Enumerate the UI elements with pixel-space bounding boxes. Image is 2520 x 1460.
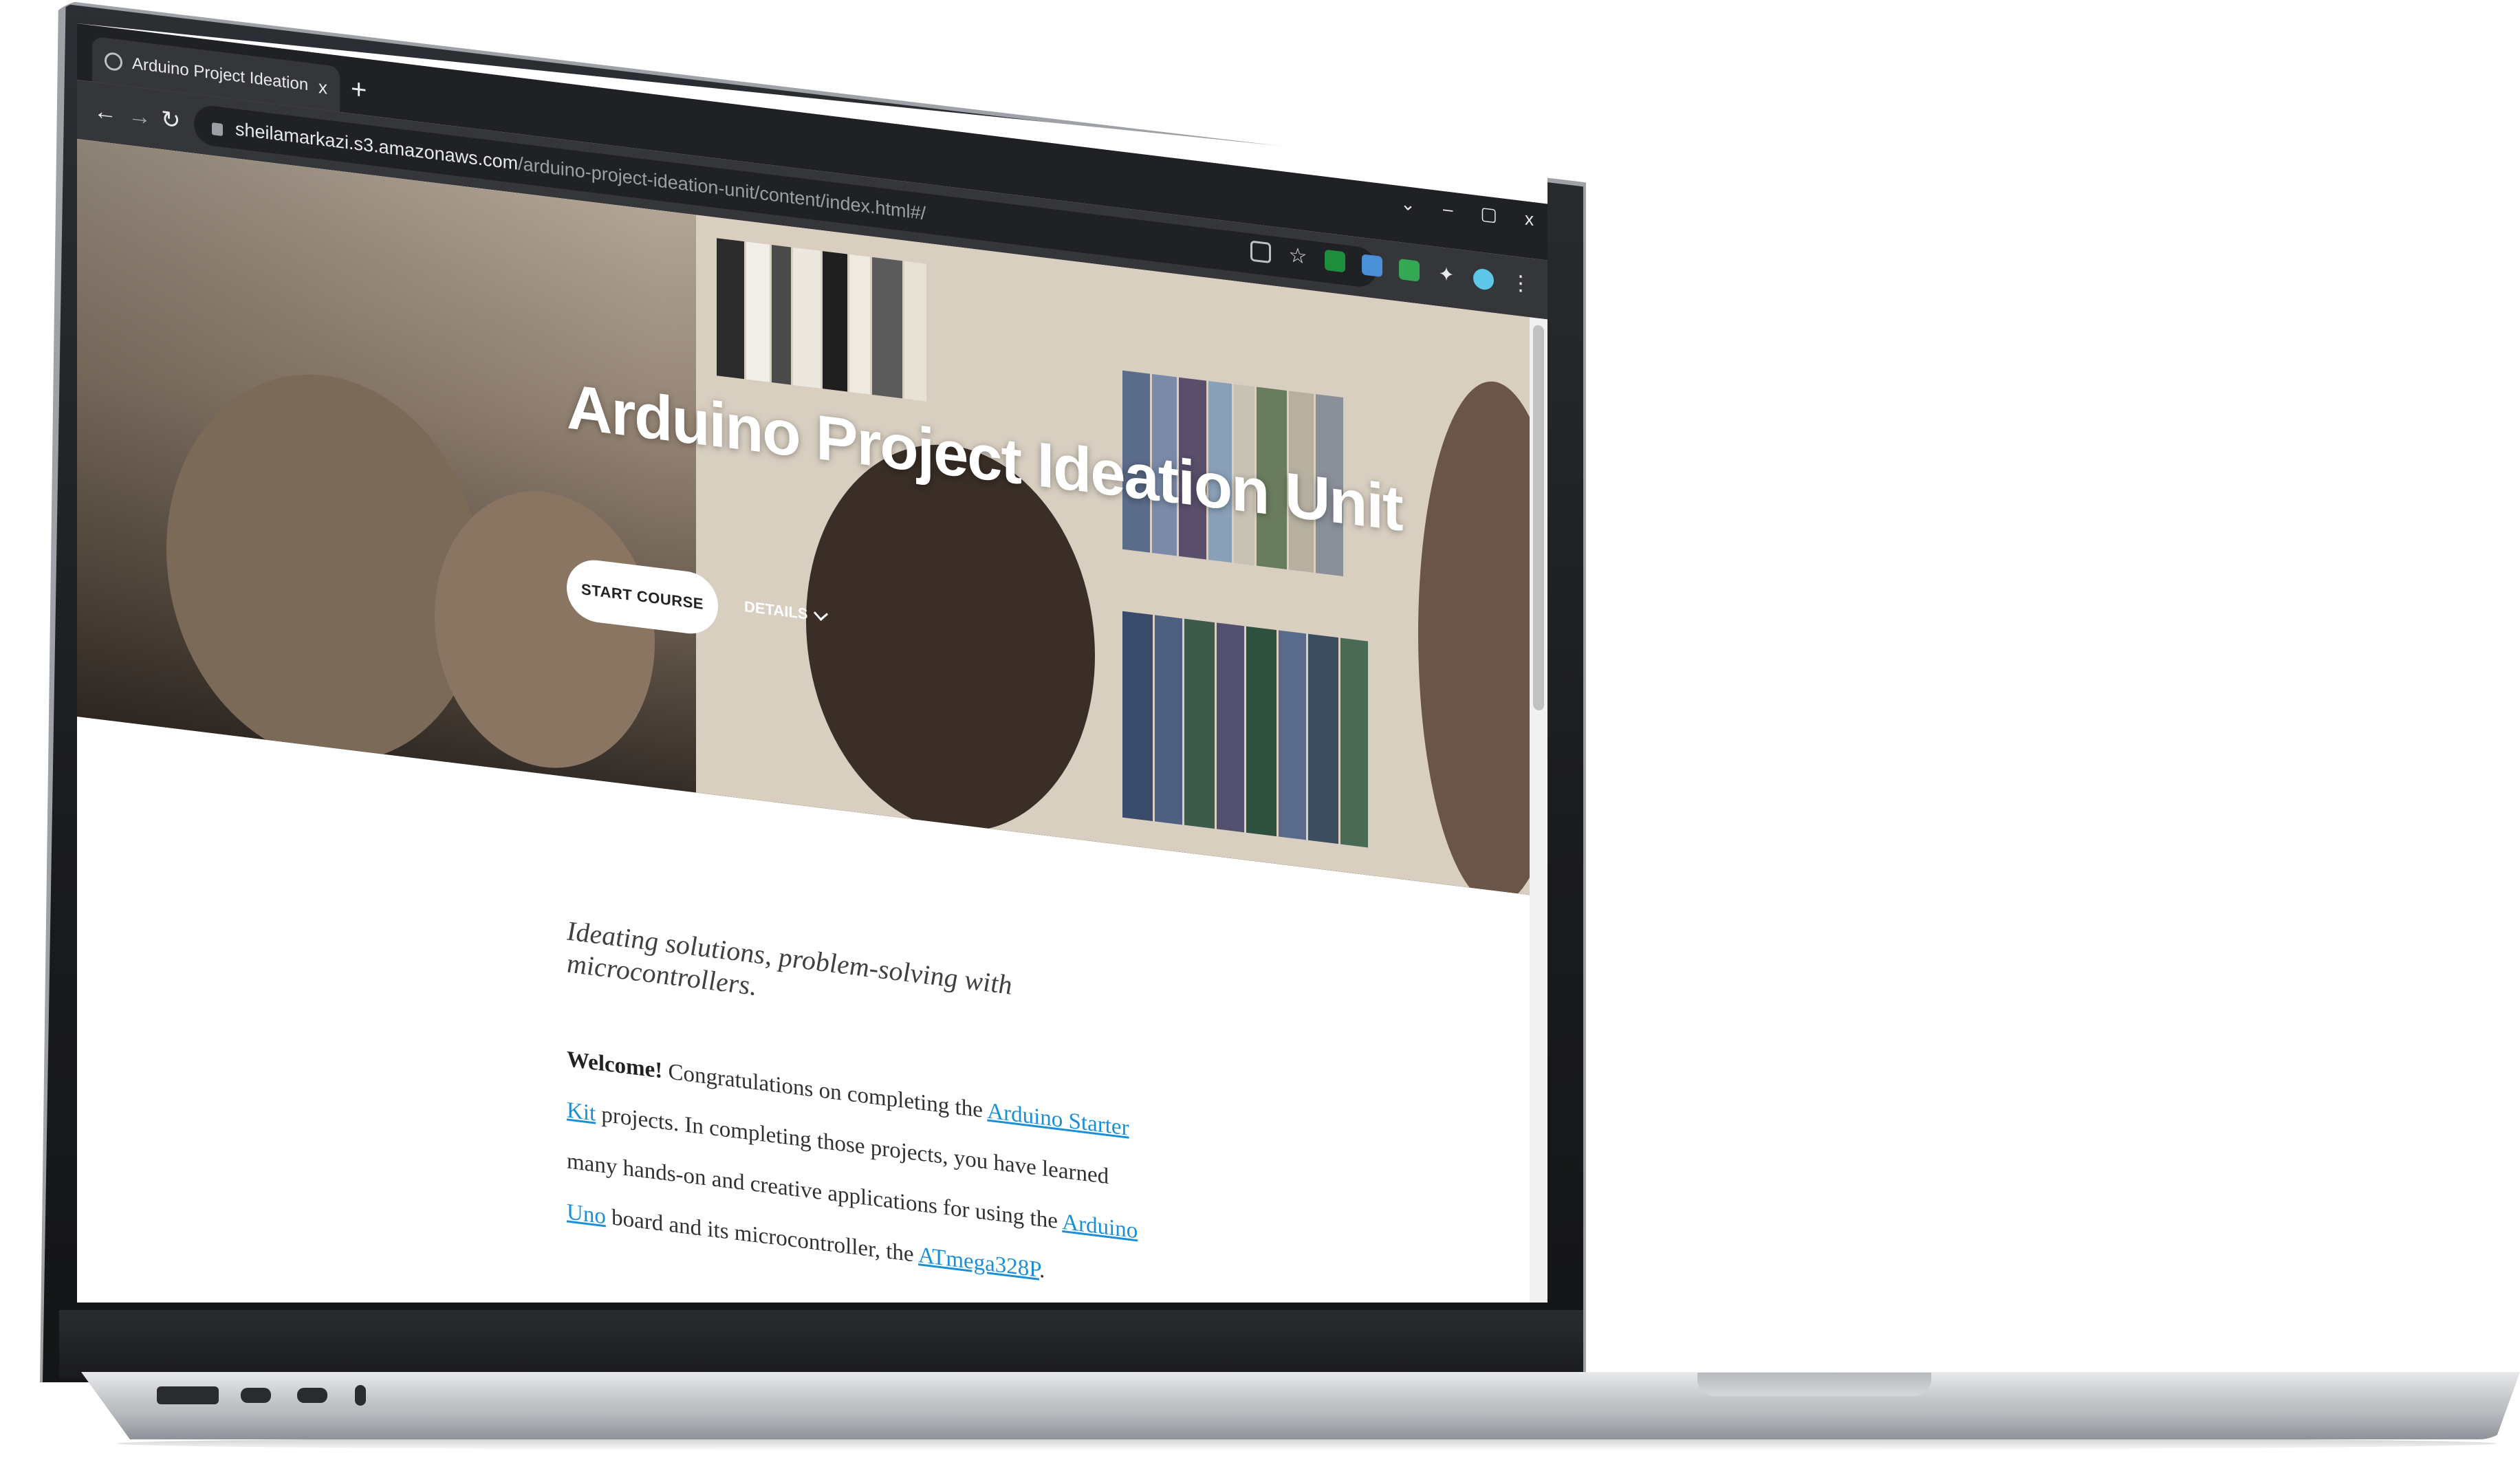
window-controls: ⌄ – ▢ x xyxy=(1400,193,1534,230)
welcome-heading: Welcome! xyxy=(567,1047,663,1084)
person-photo xyxy=(435,478,655,781)
extension-green-icon[interactable] xyxy=(1325,249,1345,273)
browser-window: Arduino Project Ideation Unit - C x + ⌄ … xyxy=(77,23,1547,1303)
globe-icon xyxy=(105,51,122,72)
close-icon[interactable]: x xyxy=(318,76,327,99)
chevron-down-icon xyxy=(814,606,829,621)
avatar[interactable] xyxy=(1473,268,1494,291)
course-description: Ideating solutions, problem-solving with… xyxy=(567,914,1158,1303)
paragraph-text: board and its microcontroller, the xyxy=(605,1204,918,1268)
new-tab-button[interactable]: + xyxy=(351,74,367,106)
paragraph-text: . xyxy=(1039,1257,1045,1283)
trackpad-notch xyxy=(1697,1373,1931,1396)
maximize-button[interactable]: ▢ xyxy=(1480,203,1497,226)
usb-c-port xyxy=(297,1388,327,1403)
minimize-button[interactable]: – xyxy=(1443,198,1453,221)
tab-title: Arduino Project Ideation Unit - C xyxy=(132,54,309,96)
close-window-button[interactable]: x xyxy=(1525,208,1534,230)
screen-bottom-bezel xyxy=(59,1310,1583,1379)
page-scrollbar[interactable] xyxy=(1530,317,1547,1303)
reload-button[interactable]: ↻ xyxy=(161,105,181,135)
laptop-base xyxy=(81,1372,2520,1439)
extension-doc-icon[interactable] xyxy=(1399,258,1420,282)
audio-jack xyxy=(355,1385,366,1406)
web-page: Arduino Project Ideation Unit START COUR… xyxy=(77,139,1547,1303)
atmega328p-link[interactable]: ATmega328P xyxy=(918,1243,1039,1283)
lock-icon[interactable] xyxy=(212,122,223,137)
scrollbar-thumb[interactable] xyxy=(1533,324,1544,711)
menu-kebab-icon[interactable]: ⋮ xyxy=(1510,271,1531,296)
tagline: Ideating solutions, problem-solving with… xyxy=(567,915,1012,1002)
back-button[interactable]: ← xyxy=(94,97,117,127)
hdmi-port xyxy=(157,1386,219,1404)
puzzle-icon[interactable]: ✦ xyxy=(1436,263,1457,287)
extension-blue-icon[interactable] xyxy=(1362,254,1382,278)
laptop-screen: Arduino Project Ideation Unit - C x + ⌄ … xyxy=(77,23,1547,1303)
tab-search-icon[interactable]: ⌄ xyxy=(1400,193,1415,216)
usb-c-port xyxy=(241,1388,271,1403)
person-photo xyxy=(166,356,483,781)
paragraph-text: Congratulations on completing the xyxy=(662,1058,988,1124)
share-icon[interactable] xyxy=(1250,240,1271,264)
welcome-paragraph: Welcome! Congratulations on completing t… xyxy=(567,1034,1158,1303)
forward-button[interactable]: → xyxy=(128,101,151,131)
bookmark-star-icon[interactable]: ☆ xyxy=(1288,243,1308,268)
